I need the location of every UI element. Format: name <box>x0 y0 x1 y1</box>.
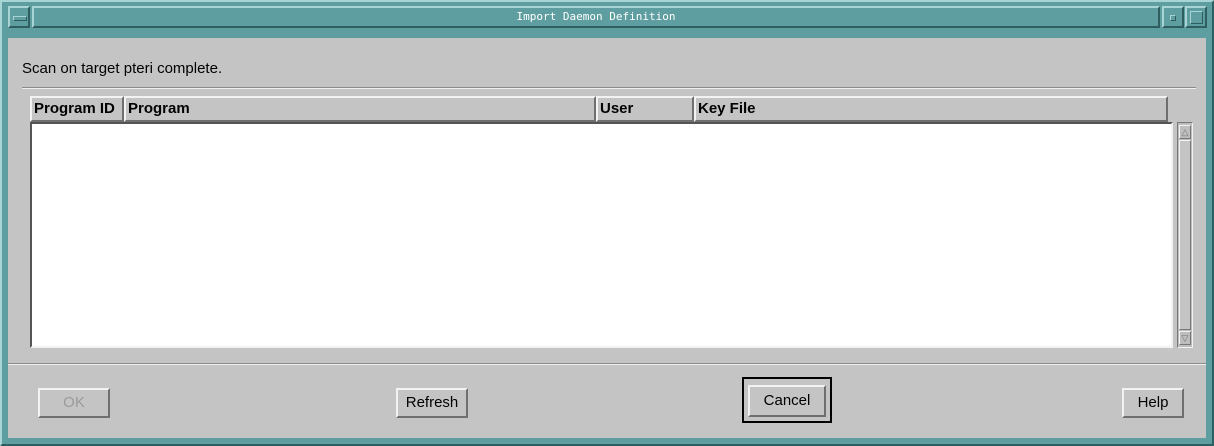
cancel-button[interactable]: Cancel <box>748 385 826 417</box>
scroll-down-icon[interactable]: ▽ <box>1179 331 1191 345</box>
refresh-button[interactable]: Refresh <box>396 388 468 418</box>
minimize-icon[interactable] <box>1162 6 1184 28</box>
dialog-body: Scan on target pteri complete. Program I… <box>8 38 1206 438</box>
table-body[interactable] <box>30 122 1173 348</box>
table-header: Program ID Program User Key File <box>30 96 1168 122</box>
vertical-scrollbar[interactable]: △ ▽ <box>1177 122 1193 348</box>
ok-button[interactable]: OK <box>38 388 110 418</box>
window-title[interactable]: Import Daemon Definition <box>32 6 1160 28</box>
column-header-user[interactable]: User <box>596 96 694 122</box>
column-header-key-file[interactable]: Key File <box>694 96 1168 122</box>
title-bar[interactable]: Import Daemon Definition <box>6 5 1208 33</box>
status-message: Scan on target pteri complete. <box>22 60 223 77</box>
column-header-program-id[interactable]: Program ID <box>30 96 124 122</box>
divider <box>8 363 1206 365</box>
divider <box>22 87 1196 89</box>
program-list: Program ID Program User Key File △ ▽ <box>30 96 1193 348</box>
dialog-window: Import Daemon Definition Scan on target … <box>0 0 1214 446</box>
window-menu-icon[interactable] <box>8 6 30 28</box>
help-button[interactable]: Help <box>1122 388 1184 418</box>
scroll-thumb[interactable] <box>1179 140 1191 330</box>
column-header-program[interactable]: Program <box>124 96 596 122</box>
scroll-up-icon[interactable]: △ <box>1179 125 1191 139</box>
maximize-icon[interactable] <box>1185 6 1207 28</box>
